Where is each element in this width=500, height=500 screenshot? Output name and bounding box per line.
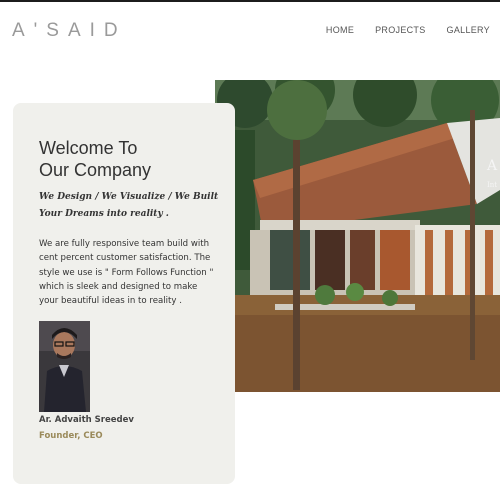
welcome-title-line2: Our Company	[39, 160, 152, 180]
welcome-heading: Welcome To Our Company	[39, 137, 151, 181]
hero-overlay-heading: A	[487, 158, 498, 174]
founder-portrait	[39, 321, 90, 412]
founder-role: Founder, CEO	[39, 431, 103, 441]
nav-item-gallery[interactable]: GALLERY	[447, 25, 490, 35]
welcome-tagline: We Design / We Visualize / We Built Your…	[39, 192, 219, 219]
top-border	[0, 0, 500, 2]
hero-image	[215, 80, 500, 392]
house-illustration	[215, 80, 500, 392]
nav-item-projects[interactable]: PROJECTS	[375, 25, 425, 35]
founder-name: Ar. Advaith Sreedev	[39, 415, 134, 425]
welcome-description: We are fully responsive team build with …	[39, 239, 214, 307]
welcome-card: Welcome To Our Company We Design / We Vi…	[13, 103, 235, 484]
hero-overlay-subtext: Int	[487, 181, 498, 189]
welcome-title-line1: Welcome To	[39, 138, 138, 158]
main-nav: HOME PROJECTS GALLERY	[305, 25, 490, 35]
nav-item-home[interactable]: HOME	[326, 25, 354, 35]
site-logo[interactable]: A'SAID	[12, 20, 127, 42]
founder-photo	[39, 321, 90, 412]
